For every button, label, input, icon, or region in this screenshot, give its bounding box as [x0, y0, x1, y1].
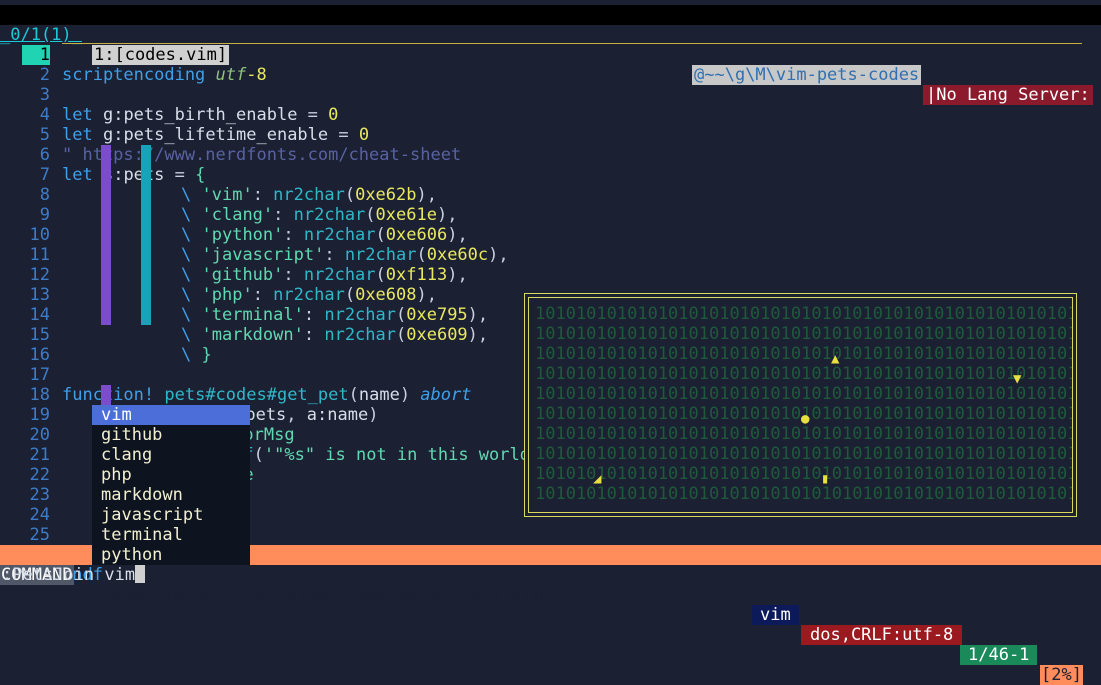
- popup-item-javascript[interactable]: javascript: [92, 505, 250, 525]
- code-line-6[interactable]: 6 let s:pets = {: [0, 125, 1101, 185]
- popup-item-github[interactable]: github: [92, 425, 250, 445]
- binary-row: 1010101010101010101010101010101010101010…: [535, 464, 1073, 484]
- popup-item-clang[interactable]: clang: [92, 445, 250, 465]
- popup-item-python-overlay[interactable]: python: [92, 545, 250, 565]
- arrow-down-icon: ▼: [1013, 371, 1022, 387]
- code-line-11[interactable]: 11 \ 'github': nr2char(0xf113),: [0, 225, 1101, 285]
- code-line-12[interactable]: 12 \ 'php': nr2char(0xe608),: [0, 245, 1101, 305]
- code-line-1[interactable]: 1 scriptencoding utf-8: [0, 25, 1101, 85]
- popup-item-terminal[interactable]: terminal: [92, 525, 250, 545]
- code-line-13[interactable]: 13 \ 'terminal': nr2char(0xe795),: [0, 265, 1101, 325]
- python-icon: ●: [801, 411, 810, 427]
- command-text: :PetsJoin vim: [2, 565, 136, 585]
- cursor-position: 1/46-1: [960, 645, 1038, 665]
- text-cursor: [135, 565, 146, 583]
- code-line-3[interactable]: 3 let g:pets_birth_enable = 0: [0, 65, 1101, 125]
- binary-row: 1010101010101010101010101010101010101010…: [535, 304, 1073, 324]
- code-line-2[interactable]: 2: [0, 45, 1101, 85]
- pets-window: 1010101010101010101010101010101010101010…: [524, 293, 1077, 517]
- popup-item-markdown[interactable]: markdown: [92, 485, 250, 505]
- code-line-4[interactable]: 4 let g:pets_lifetime_enable = 0: [0, 85, 1101, 145]
- cat-icon: ▲: [831, 351, 840, 367]
- binary-row: 1010101010101010101010101010101010101010…: [535, 384, 1073, 404]
- tabline: _0/1(1)_ 1:[codes.vim] @~~\g\M\vim-pets-…: [0, 5, 1101, 105]
- binary-row: 1010101010101010101010101010101010101010…: [535, 364, 1073, 384]
- filetype-badge: vim: [752, 605, 799, 625]
- code-line-10[interactable]: 10 \ 'javascript': nr2char(0xe60c),: [0, 205, 1101, 265]
- command-line[interactable]: :PetsJoin vim: [2, 565, 146, 585]
- code-line-8[interactable]: 8 \ 'clang': nr2char(0xe61e),: [0, 165, 1101, 225]
- binary-row: 1010101010101010101010101010101010101010…: [535, 324, 1073, 344]
- code-line-7[interactable]: 7 \ 'vim': nr2char(0xe62b),: [0, 145, 1101, 205]
- file-path: ~\g\M\vim-pets-codes\autoload\pets\codes…: [92, 585, 543, 605]
- popup-item-php[interactable]: php: [92, 465, 250, 485]
- scroll-percent: [2%]: [1040, 665, 1083, 685]
- code-icon: ▮: [821, 471, 830, 487]
- popup-item-vim[interactable]: vim: [92, 405, 250, 425]
- encoding-badge: dos,CRLF:utf-8: [801, 625, 963, 645]
- code-line-9[interactable]: 9 \ 'python': nr2char(0xe606),: [0, 185, 1101, 245]
- binary-row: 1010101010101010101010101010101010101010…: [535, 344, 1073, 364]
- binary-row: 1010101010101010101010101010101010101010…: [535, 484, 1073, 504]
- binary-row: 1010101010101010101010101010101010101010…: [535, 444, 1073, 464]
- code-line-5[interactable]: 5 " https://www.nerdfonts.com/cheat-shee…: [0, 105, 1101, 165]
- pets-field: 1010101010101010101010101010101010101010…: [528, 297, 1073, 513]
- arrow-icon: ◢: [593, 471, 602, 487]
